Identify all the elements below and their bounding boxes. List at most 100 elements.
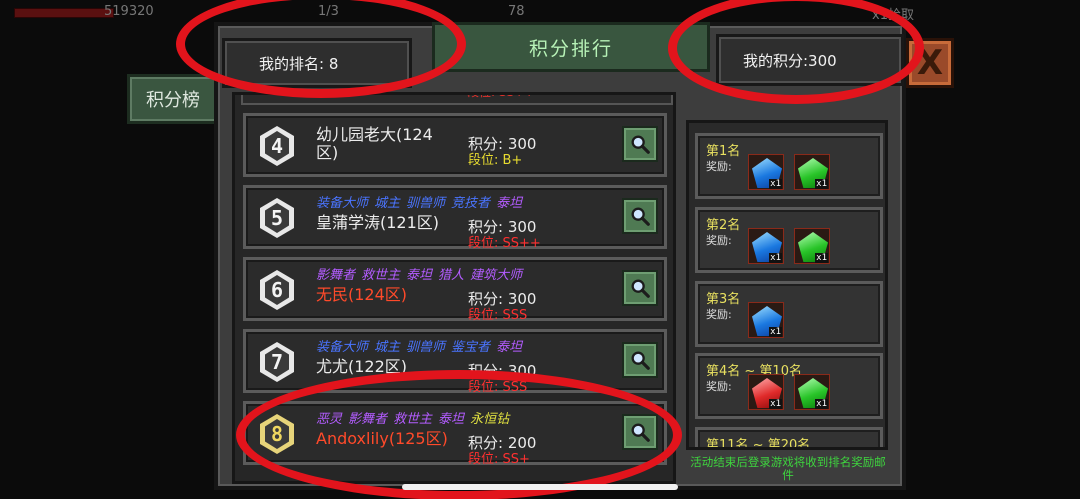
view-player-button[interactable] <box>622 414 658 450</box>
view-player-button[interactable] <box>622 126 658 162</box>
list-item: 7 装备大师 城主 驯兽师 鉴宝者 泰坦 尤尤(122区) 积分: 300 段位: SS… <box>243 329 667 395</box>
reward-tier-title: 第11名 ~ 第20名 <box>706 438 811 450</box>
reward-tier: 第3名 奖励: x1 <box>695 281 883 347</box>
rank-badge: 8 <box>260 414 294 454</box>
player-grade: 段位: B+ <box>468 153 523 168</box>
hud-value: 519320 <box>104 4 154 19</box>
health-bar <box>14 8 114 18</box>
player-titles: 恶灵 影舞者 救世主 泰坦 永恒钻 <box>316 408 515 427</box>
magnifier-icon <box>631 207 650 226</box>
player-title: 装备大师 <box>316 340 369 355</box>
close-icon: X <box>916 43 944 83</box>
reward-list[interactable]: 第1名 奖励: x1 x1 第2名 奖励: x1 x1 第3名 奖励: x1 第… <box>686 120 888 450</box>
gem-count: x1 <box>815 399 828 409</box>
reward-mail-note: 活动结束后登录游戏将收到排名奖励邮件 <box>690 455 886 482</box>
view-player-button[interactable] <box>622 198 658 234</box>
player-title: 竞技者 <box>451 196 491 211</box>
close-button[interactable]: X <box>906 38 954 88</box>
blue-gem-icon: x1 <box>748 228 784 264</box>
player-title: 救世主 <box>361 268 401 283</box>
player-title: 救世主 <box>393 412 433 427</box>
reward-tier: 第4名 ~ 第10名 奖励: x1 x1 <box>695 353 883 419</box>
reward-tier-title: 第1名 <box>706 144 741 159</box>
gem-count: x1 <box>815 179 828 189</box>
player-name: 尤尤(122区) <box>316 357 408 376</box>
gem-count: x1 <box>769 253 782 263</box>
player-title: 影舞者 <box>348 412 388 427</box>
rank-number: 4 <box>270 134 284 158</box>
green-gem-icon: x1 <box>794 374 830 410</box>
rank-number: 7 <box>270 350 284 374</box>
player-grade: 段位: SSS <box>468 380 528 395</box>
blue-gem-icon: x1 <box>748 302 784 338</box>
player-title: 鉴宝者 <box>451 340 491 355</box>
reward-tier-title: 第3名 <box>706 292 741 307</box>
player-title: 猎人 <box>438 268 465 283</box>
player-title: 泰坦 <box>438 412 465 427</box>
player-title: 泰坦 <box>406 268 433 283</box>
player-title: 建筑大师 <box>470 268 523 283</box>
player-name: 皇蒲学涛(121区) <box>316 213 440 232</box>
rank-number: 6 <box>270 278 284 302</box>
magnifier-icon <box>631 279 650 298</box>
rank-badge: 5 <box>260 198 294 238</box>
gem-count: x1 <box>815 253 828 263</box>
list-item: 5 装备大师 城主 驯兽师 竞技者 泰坦 皇蒲学涛(121区) 积分: 300 段位: … <box>243 185 667 251</box>
player-title: 影舞者 <box>316 268 356 283</box>
view-player-button[interactable] <box>622 342 658 378</box>
rank-badge: 4 <box>260 126 294 166</box>
player-grade: 段位: SS+ <box>468 452 530 467</box>
player-title: 城主 <box>374 196 401 211</box>
list-item: 6 影舞者 救世主 泰坦 猎人 建筑大师 无民(124区) 积分: 300 段位: SS… <box>243 257 667 323</box>
red-gem-icon: x1 <box>748 374 784 410</box>
player-title: 恶灵 <box>316 412 343 427</box>
list-item-partial: 段位: SS++ <box>241 92 673 105</box>
player-titles: 装备大师 城主 驯兽师 竞技者 泰坦 <box>316 192 528 211</box>
list-item: 8 恶灵 影舞者 救世主 泰坦 永恒钻 Andoxlily(125区) 积分: 200 … <box>243 401 667 467</box>
ranking-list[interactable]: 段位: SS++ 4 幼儿园老大(124区) 积分: 300 段位: B+ 5 … <box>232 92 676 484</box>
player-title: 泰坦 <box>496 196 523 211</box>
rank-number: 5 <box>270 206 284 230</box>
player-name: 幼儿园老大(124区) <box>316 125 433 162</box>
player-grade: 段位: SSS <box>468 308 528 323</box>
reward-tier: 第2名 奖励: x1 x1 <box>695 207 883 273</box>
reward-tier-title: 第2名 <box>706 218 741 233</box>
magnifier-icon <box>631 351 650 370</box>
rank-badge: 7 <box>260 342 294 382</box>
magnifier-icon <box>631 423 650 442</box>
list-item: 4 幼儿园老大(124区) 积分: 300 段位: B+ <box>243 113 667 177</box>
green-gem-icon: x1 <box>794 154 830 190</box>
gem-count: x1 <box>769 399 782 409</box>
reward-tier: 第1名 奖励: x1 x1 <box>695 133 883 199</box>
player-grade: 段位: SS++ <box>468 236 541 251</box>
player-title: 泰坦 <box>496 340 523 355</box>
gem-count: x1 <box>769 327 782 337</box>
player-title: 驯兽师 <box>406 340 446 355</box>
view-player-button[interactable] <box>622 270 658 306</box>
blue-gem-icon: x1 <box>748 154 784 190</box>
home-indicator <box>402 484 678 490</box>
magnifier-icon <box>631 135 650 154</box>
grade-text: 段位: SS++ <box>467 92 535 99</box>
rank-number: 8 <box>270 422 284 446</box>
reward-label: 奖励: <box>706 234 732 247</box>
player-name: 无民(124区) <box>316 285 408 304</box>
player-titles: 装备大师 城主 驯兽师 鉴宝者 泰坦 <box>316 336 528 355</box>
gem-count: x1 <box>769 179 782 189</box>
player-name: Andoxlily(125区) <box>316 429 448 448</box>
reward-label: 奖励: <box>706 160 732 173</box>
player-title: 装备大师 <box>316 196 369 211</box>
panel-title: 积分排行 <box>432 22 710 72</box>
green-gem-icon: x1 <box>794 228 830 264</box>
rank-badge: 6 <box>260 270 294 310</box>
hud-count: 1/3 <box>318 4 339 19</box>
reward-tier: 第11名 ~ 第20名 <box>695 427 883 450</box>
reward-label: 奖励: <box>706 308 732 321</box>
player-title: 驯兽师 <box>406 196 446 211</box>
reward-label: 奖励: <box>706 380 732 393</box>
tab-score-board[interactable]: 积分榜 <box>127 74 219 124</box>
hud-center: 78 <box>508 4 525 19</box>
player-title: 永恒钻 <box>470 412 510 427</box>
my-rank: 我的排名: 8 <box>222 38 412 88</box>
player-title: 城主 <box>374 340 401 355</box>
